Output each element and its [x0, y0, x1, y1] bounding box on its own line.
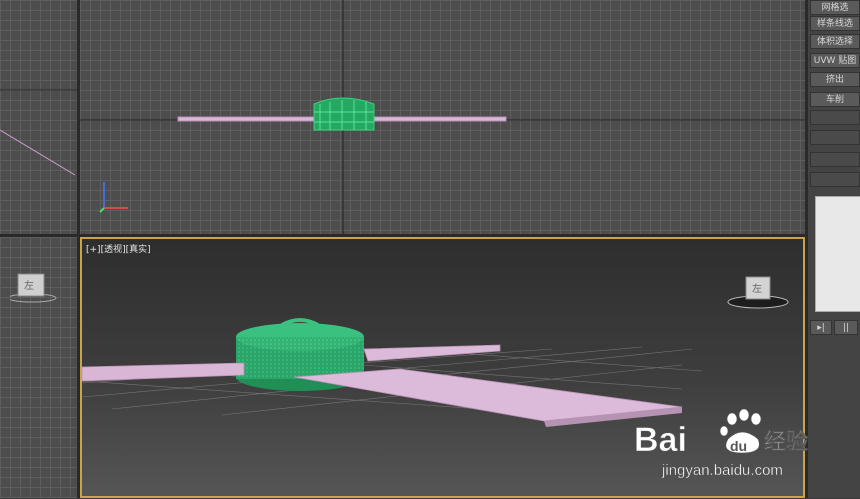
modifier-button-lathe[interactable]: 车削 — [810, 92, 860, 107]
top-green-object — [313, 97, 375, 131]
modifier-stack-preview[interactable] — [815, 196, 860, 312]
left-viewport-top-lines — [0, 89, 77, 176]
viewcube-icon: 左 — [7, 273, 57, 303]
modifier-button-empty-2[interactable] — [810, 130, 860, 145]
watermark-url: jingyan.baidu.com — [661, 462, 783, 479]
watermark-brand: Bai — [634, 421, 687, 459]
modifier-button-mesh-select[interactable]: 网格选 — [810, 0, 860, 15]
modifier-button-volume-select[interactable]: 体积选择 — [810, 34, 860, 49]
modifier-button-empty-4[interactable] — [810, 172, 860, 187]
show-end-result-button[interactable]: || — [834, 320, 858, 335]
left-viewport-bottom[interactable]: 左 — [0, 237, 77, 498]
baidu-paw-logo: Bai du 经验 jingyan.baidu.com — [634, 408, 808, 479]
watermark-brand-du: du — [730, 438, 747, 454]
viewcube-icon: 左 — [727, 276, 789, 309]
modifier-button-extrude[interactable]: 挤出 — [810, 72, 860, 87]
top-viewport-scene — [80, 0, 805, 234]
modifier-button-empty-1[interactable] — [810, 110, 860, 125]
modifier-button-uvw-map[interactable]: UVW 贴图 — [810, 53, 860, 68]
viewcube-left-face: 左 — [24, 279, 34, 292]
pink-planes — [82, 344, 683, 427]
modifier-button-empty-3[interactable] — [810, 152, 860, 167]
axis-gizmo — [99, 182, 128, 213]
watermark-product: 经验 — [764, 429, 808, 455]
left-viewport-top[interactable] — [0, 0, 77, 234]
viewcube-left[interactable]: 左 — [7, 271, 66, 311]
top-viewport[interactable] — [80, 0, 805, 234]
baidu-jingyan-watermark: Bai du 经验 jingyan.baidu.com — [632, 405, 852, 495]
viewcube-perspective[interactable]: 左 — [726, 273, 792, 317]
viewcube-persp-face: 左 — [752, 282, 762, 295]
modifier-button-spline-select[interactable]: 样条线选 — [810, 16, 860, 31]
pin-stack-button[interactable]: ▸| — [810, 320, 832, 335]
